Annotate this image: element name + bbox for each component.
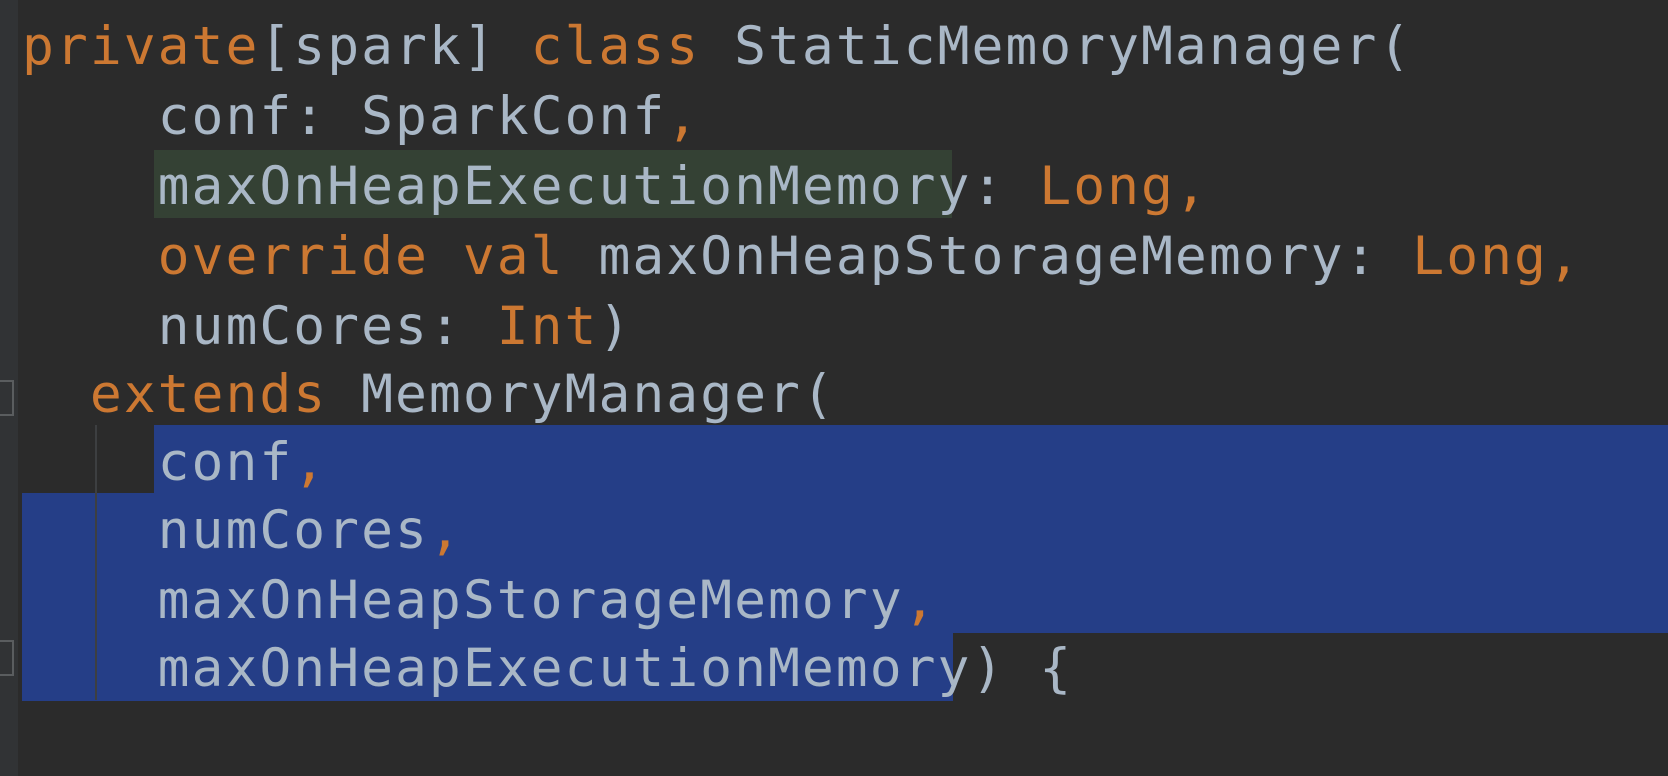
keyword-token: ,: [428, 500, 463, 561]
code-token: ): [598, 296, 633, 357]
code-line[interactable]: private[spark] class StaticMemoryManager…: [22, 12, 1412, 81]
code-line[interactable]: extends MemoryManager(: [22, 360, 836, 429]
code-token: conf: SparkConf: [22, 86, 667, 147]
code-line[interactable]: conf: SparkConf,: [22, 82, 700, 151]
code-line[interactable]: maxOnHeapStorageMemory,: [22, 566, 938, 635]
code-line[interactable]: maxOnHeapExecutionMemory: Long,: [22, 152, 1209, 221]
keyword-token: override: [157, 226, 429, 287]
code-token: numCores: [22, 500, 429, 561]
code-token: MemoryManager(: [327, 364, 836, 425]
keyword-token: ,: [293, 432, 328, 493]
keyword-token: ,: [666, 86, 701, 147]
fold-marker-icon[interactable]: [0, 380, 14, 416]
code-token: ) {: [971, 638, 1074, 699]
code-token: maxOnHeapStorageMemory: [22, 570, 904, 631]
keyword-token: Long: [1039, 156, 1175, 217]
code-token: StaticMemoryManager(: [700, 16, 1413, 77]
keyword-token: ,: [903, 570, 938, 631]
keyword-token: ,: [1547, 226, 1582, 287]
code-token: [spark]: [259, 16, 531, 77]
keyword-token: extends: [89, 364, 328, 425]
code-token: maxOnHeapExecutionMemory: [22, 156, 972, 217]
keyword-token: Int: [496, 296, 599, 357]
keyword-token: Long: [1412, 226, 1548, 287]
code-line[interactable]: conf,: [22, 428, 327, 497]
keyword-token: private: [22, 16, 260, 77]
code-line[interactable]: maxOnHeapExecutionMemory) {: [22, 634, 1073, 703]
code-token: :: [971, 156, 1040, 217]
code-token: maxOnHeapStorageMemory:: [564, 226, 1413, 287]
keyword-token: class: [530, 16, 701, 77]
code-line[interactable]: override val maxOnHeapStorageMemory: Lon…: [22, 222, 1582, 291]
code-line[interactable]: numCores: Int): [22, 292, 632, 361]
selection-highlight: [154, 425, 1668, 493]
code-token: conf: [22, 432, 294, 493]
code-token: maxOnHeapExecutionMemory: [22, 638, 972, 699]
keyword-token: ,: [1174, 156, 1209, 217]
code-line[interactable]: numCores,: [22, 496, 463, 565]
keyword-token: val: [462, 226, 565, 287]
code-token: numCores:: [22, 296, 497, 357]
fold-marker-icon[interactable]: [0, 640, 14, 676]
code-editor[interactable]: private[spark] class StaticMemoryManager…: [0, 0, 1668, 776]
